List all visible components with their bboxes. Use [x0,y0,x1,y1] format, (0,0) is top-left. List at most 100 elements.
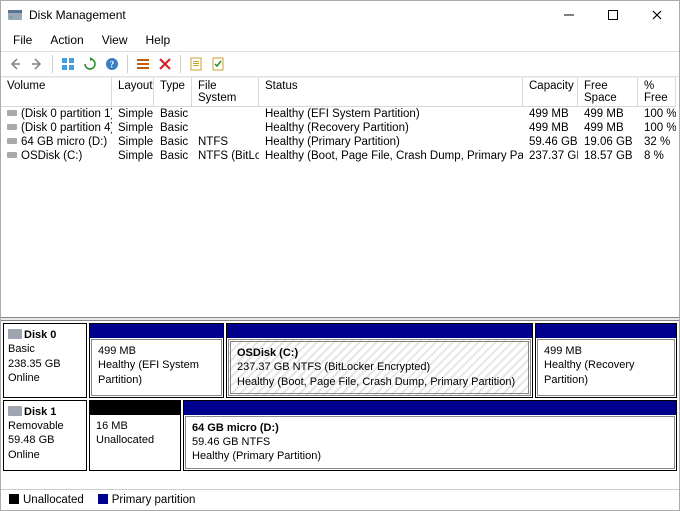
toolbar: ? [1,51,679,77]
menubar: File Action View Help [1,29,679,51]
volume-type: Basic [154,121,192,135]
partition-size: 59.46 GB NTFS [192,435,668,449]
volume-pct-free: 32 % [638,135,676,149]
partition-container: 499 MBHealthy (EFI System Partition)OSDi… [89,323,677,398]
volume-list[interactable]: (Disk 0 partition 1)SimpleBasicHealthy (… [1,107,679,317]
table-row[interactable]: (Disk 0 partition 1)SimpleBasicHealthy (… [1,107,679,121]
col-file-system[interactable]: File System [192,77,259,107]
volume-icon [7,152,17,158]
partition-title: OSDisk (C:) [237,347,298,359]
table-row[interactable]: OSDisk (C:) SimpleBasicNTFS (BitLo...Heal… [1,149,679,163]
properties-sheet-icon[interactable] [186,54,206,74]
col-layout[interactable]: Layout [112,77,154,107]
settings-list-icon[interactable] [133,54,153,74]
volume-filesystem [192,113,259,115]
swatch-unallocated-icon [9,494,19,504]
legend-unallocated-label: Unallocated [23,494,84,506]
volume-filesystem [192,127,259,129]
volume-status: Healthy (Recovery Partition) [259,121,523,135]
volume-layout: Simple [112,121,154,135]
volume-name: 64 GB micro (D:) [21,136,107,148]
partition-size: 499 MB [544,344,668,358]
menu-view[interactable]: View [94,31,136,49]
col-type[interactable]: Type [154,77,192,107]
volume-name: (Disk 0 partition 1) [21,108,112,120]
col-free-space[interactable]: Free Space [578,77,638,107]
partition-color-bar [227,324,532,338]
menu-action[interactable]: Action [42,31,91,49]
table-row[interactable]: 64 GB micro (D:) SimpleBasicNTFSHealthy (… [1,135,679,149]
disk-label: Disk 1 [24,406,56,418]
help-icon[interactable]: ? [102,54,122,74]
volume-layout: Simple [112,149,154,163]
refresh-icon[interactable] [80,54,100,74]
swatch-primary-icon [98,494,108,504]
disk-size: 238.35 GB [8,357,82,371]
volume-capacity: 499 MB [523,121,578,135]
partition-color-bar [184,401,676,415]
partition[interactable]: 16 MBUnallocated [89,400,181,471]
col-volume[interactable]: Volume [1,77,112,107]
volume-table: Volume Layout Type File System Status Ca… [1,77,679,107]
partition[interactable]: 499 MBHealthy (Recovery Partition) [535,323,677,398]
minimize-button[interactable] [547,1,591,29]
titlebar: Disk Management [1,1,679,29]
disk-info[interactable]: Disk 1Removable59.48 GBOnline [3,400,87,471]
partition-color-bar [536,324,676,338]
volume-layout: Simple [112,135,154,149]
menu-help[interactable]: Help [138,31,179,49]
table-row[interactable]: (Disk 0 partition 4)SimpleBasic Healthy (… [1,121,679,135]
partition-status: Healthy (Recovery Partition) [544,358,668,387]
disk-label: Disk 0 [24,329,56,341]
volume-type: Basic [154,149,192,163]
volume-icon [7,110,17,116]
action-grid-icon[interactable] [58,54,78,74]
volume-name: OSDisk (C:) [21,150,82,162]
volume-filesystem: NTFS (BitLo... [192,149,259,163]
volume-status: Healthy (Primary Partition) [259,135,523,149]
partition[interactable]: OSDisk (C:)237.37 GB NTFS (BitLocker Enc… [226,323,533,398]
disk-size: 59.48 GB [8,433,82,447]
properties-check-icon[interactable] [208,54,228,74]
volume-name: (Disk 0 partition 4) [21,122,112,134]
legend-unallocated: Unallocated [9,494,84,506]
volume-pct-free: 100 % [638,107,676,121]
partition-title: 64 GB micro (D:) [192,422,279,434]
back-button[interactable] [5,54,25,74]
partition[interactable]: 499 MBHealthy (EFI System Partition) [89,323,224,398]
volume-free: 19.06 GB [578,135,638,149]
volume-type: Basic [154,135,192,149]
col-capacity[interactable]: Capacity [523,77,578,107]
graphical-disk-view: Disk 0Basic238.35 GBOnline499 MBHealthy … [1,321,679,489]
column-header-row: Volume Layout Type File System Status Ca… [1,77,679,107]
close-button[interactable] [635,1,679,29]
partition-size: 499 MB [98,344,215,358]
disk-row: Disk 0Basic238.35 GBOnline499 MBHealthy … [3,323,677,398]
col-pct-free[interactable]: % Free [638,77,676,107]
partition-status: Healthy (EFI System Partition) [98,358,215,387]
volume-capacity: 237.37 GB [523,149,578,163]
volume-capacity: 499 MB [523,107,578,121]
maximize-button[interactable] [591,1,635,29]
legend-primary-label: Primary partition [112,494,196,506]
forward-button[interactable] [27,54,47,74]
col-status[interactable]: Status [259,77,523,107]
volume-free: 499 MB [578,121,638,135]
disk-info[interactable]: Disk 0Basic238.35 GBOnline [3,323,87,398]
volume-layout: Simple [112,107,154,121]
volume-icon [7,124,17,130]
svg-text:?: ? [110,60,115,70]
window-title: Disk Management [29,8,547,22]
partition[interactable]: 64 GB micro (D:)59.46 GB NTFSHealthy (Pr… [183,400,677,471]
volume-status: Healthy (EFI System Partition) [259,107,523,121]
volume-icon [7,138,17,144]
volume-status: Healthy (Boot, Page File, Crash Dump, Pr… [259,149,523,163]
toolbar-separator [180,55,181,73]
menu-file[interactable]: File [5,31,40,49]
volume-filesystem: NTFS [192,135,259,149]
delete-icon[interactable] [155,54,175,74]
drive-icon [8,406,22,416]
partition-size: 16 MB [96,419,174,433]
drive-icon [8,329,22,339]
disk-state: Online [8,371,82,385]
